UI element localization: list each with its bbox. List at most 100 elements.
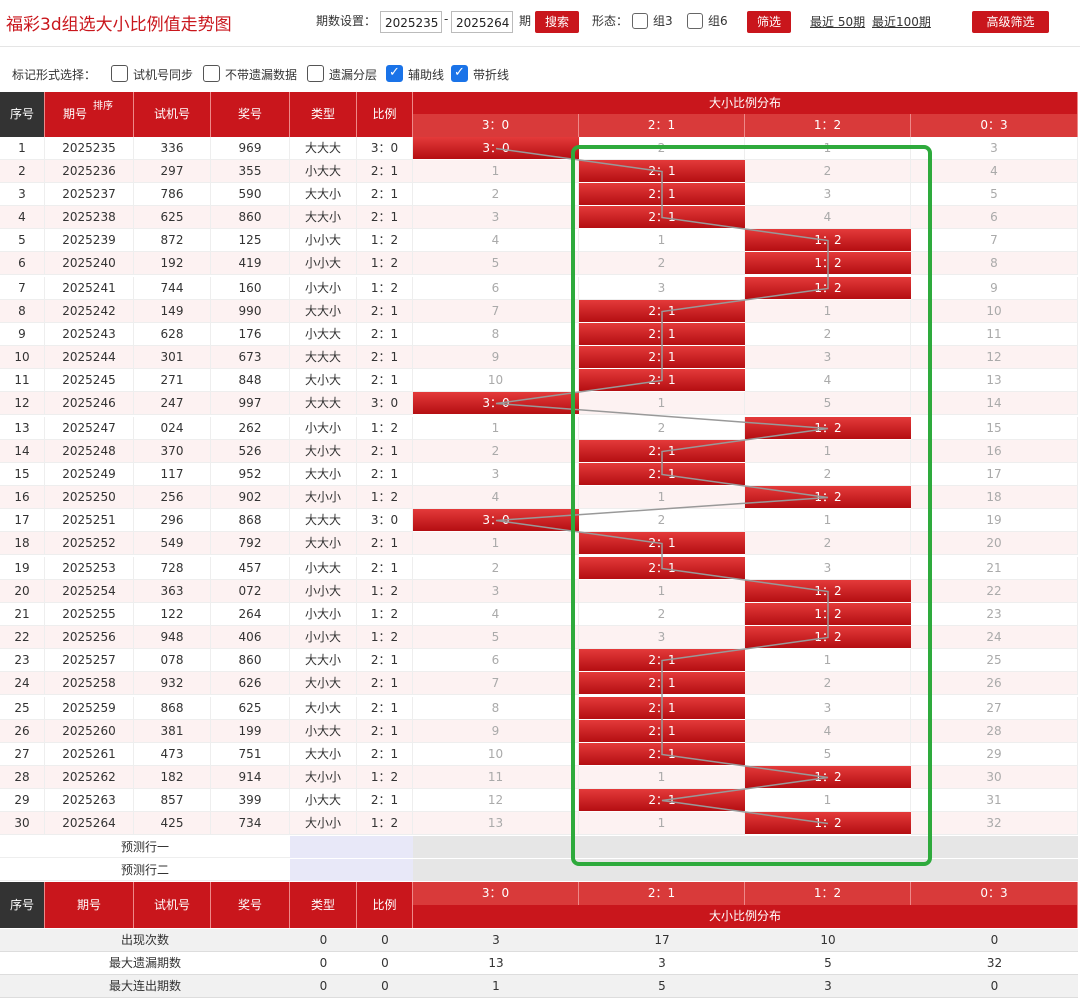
dist-miss-cell: 5 bbox=[413, 626, 579, 649]
predict-row-label: 预测行一 bbox=[0, 836, 290, 858]
row-award: 072 bbox=[211, 580, 290, 603]
header-ratio: 比例 bbox=[357, 92, 413, 137]
row-ratio: 2：1 bbox=[357, 300, 413, 323]
row-award: 399 bbox=[211, 789, 290, 812]
dist-miss-cell: 29 bbox=[911, 743, 1078, 766]
option-polyline-checkbox[interactable] bbox=[451, 65, 468, 82]
option-no-miss-checkbox[interactable] bbox=[203, 65, 220, 82]
row-seq: 8 bbox=[0, 300, 45, 323]
stat-type: 0 bbox=[290, 975, 357, 998]
filter-button[interactable]: 筛选 bbox=[747, 11, 791, 33]
row-period: 2025239 bbox=[45, 229, 134, 252]
header-seq: 序号 bbox=[0, 92, 45, 137]
row-type: 小大大 bbox=[290, 557, 357, 580]
row-ratio: 2：1 bbox=[357, 743, 413, 766]
dist-miss-cell: 9 bbox=[413, 720, 579, 743]
row-seq: 30 bbox=[0, 812, 45, 835]
option-aux-line-checkbox[interactable] bbox=[386, 65, 403, 82]
row-period: 2025262 bbox=[45, 766, 134, 789]
group6-checkbox[interactable] bbox=[687, 13, 703, 29]
footer-dist-col: 1：2 bbox=[745, 882, 911, 905]
row-award: 990 bbox=[211, 300, 290, 323]
row-trial: 728 bbox=[134, 557, 211, 580]
row-award: 860 bbox=[211, 206, 290, 229]
row-seq: 29 bbox=[0, 789, 45, 812]
row-seq: 7 bbox=[0, 277, 45, 300]
row-award: 160 bbox=[211, 277, 290, 300]
recent-100-link[interactable]: 最近100期 bbox=[872, 13, 931, 30]
row-seq: 18 bbox=[0, 532, 45, 555]
header-trial: 试机号 bbox=[134, 92, 211, 137]
row-seq: 27 bbox=[0, 743, 45, 766]
dist-miss-cell: 7 bbox=[413, 672, 579, 695]
row-award: 590 bbox=[211, 183, 290, 206]
dist-hit-cell: 3：0 bbox=[413, 509, 579, 532]
row-seq: 23 bbox=[0, 649, 45, 672]
stat-value: 13 bbox=[413, 952, 579, 975]
stat-value: 5 bbox=[579, 975, 745, 998]
predict-row-label: 预测行二 bbox=[0, 859, 290, 881]
row-seq: 22 bbox=[0, 626, 45, 649]
dist-miss-cell: 4 bbox=[413, 603, 579, 626]
sort-toggle[interactable]: 排序 bbox=[93, 92, 113, 129]
dist-miss-cell: 20 bbox=[911, 532, 1078, 555]
row-seq: 17 bbox=[0, 509, 45, 532]
header-dist-col: 3：0 bbox=[413, 114, 579, 137]
dist-miss-cell: 5 bbox=[911, 183, 1078, 206]
period-from-input[interactable]: 2025235 bbox=[380, 11, 442, 33]
option-miss-layer-checkbox[interactable] bbox=[307, 65, 324, 82]
row-trial: 948 bbox=[134, 626, 211, 649]
group3-checkbox[interactable] bbox=[632, 13, 648, 29]
advanced-filter-button[interactable]: 高级筛选 bbox=[972, 11, 1049, 33]
row-seq: 10 bbox=[0, 346, 45, 369]
row-ratio: 3：0 bbox=[357, 392, 413, 415]
dist-miss-cell: 6 bbox=[413, 649, 579, 672]
footer-header-type: 类型 bbox=[290, 882, 357, 928]
row-type: 小大大 bbox=[290, 789, 357, 812]
row-trial: 301 bbox=[134, 346, 211, 369]
row-type: 大小大 bbox=[290, 369, 357, 392]
row-period: 2025264 bbox=[45, 812, 134, 835]
dist-miss-cell: 4 bbox=[413, 486, 579, 509]
row-ratio: 1：2 bbox=[357, 252, 413, 275]
row-award: 952 bbox=[211, 463, 290, 486]
row-type: 小大小 bbox=[290, 603, 357, 626]
dist-miss-cell: 3 bbox=[413, 463, 579, 486]
row-type: 大大小 bbox=[290, 649, 357, 672]
row-period: 2025242 bbox=[45, 300, 134, 323]
row-seq: 19 bbox=[0, 557, 45, 580]
dist-miss-cell: 10 bbox=[413, 743, 579, 766]
dist-miss-cell: 16 bbox=[911, 440, 1078, 463]
predict-row-input[interactable] bbox=[290, 836, 413, 858]
option-trial-sync-checkbox[interactable] bbox=[111, 65, 128, 82]
search-button[interactable]: 搜索 bbox=[535, 11, 579, 33]
row-type: 大大小 bbox=[290, 743, 357, 766]
dist-miss-cell: 32 bbox=[911, 812, 1078, 835]
stat-value: 32 bbox=[911, 952, 1078, 975]
row-award: 848 bbox=[211, 369, 290, 392]
stat-label: 最大连出期数 bbox=[0, 975, 290, 998]
footer-header-seq: 序号 bbox=[0, 882, 45, 928]
row-ratio: 1：2 bbox=[357, 486, 413, 509]
row-award: 734 bbox=[211, 812, 290, 835]
row-trial: 192 bbox=[134, 252, 211, 275]
row-award: 673 bbox=[211, 346, 290, 369]
predict-row-input[interactable] bbox=[290, 859, 413, 881]
row-ratio: 1：2 bbox=[357, 603, 413, 626]
row-period: 2025245 bbox=[45, 369, 134, 392]
row-ratio: 2：1 bbox=[357, 672, 413, 695]
option-no-miss-label: 不带遗漏数据 bbox=[225, 68, 298, 82]
top-bar: 福彩3d组选大小比例值走势图 期数设置： 2025235 - 2025264 期… bbox=[0, 0, 1080, 47]
row-ratio: 2：1 bbox=[357, 649, 413, 672]
recent-50-link[interactable]: 最近 50期 bbox=[810, 13, 865, 30]
row-trial: 117 bbox=[134, 463, 211, 486]
dist-miss-cell: 5 bbox=[413, 252, 579, 275]
row-trial: 932 bbox=[134, 672, 211, 695]
row-type: 小大大 bbox=[290, 160, 357, 183]
row-type: 大大大 bbox=[290, 509, 357, 532]
footer-dist-col: 2：1 bbox=[579, 882, 745, 905]
footer-header-dist: 大小比例分布 bbox=[413, 905, 1078, 928]
shape-label: 形态： bbox=[592, 14, 629, 28]
header-dist: 大小比例分布 bbox=[413, 92, 1078, 114]
period-to-input[interactable]: 2025264 bbox=[451, 11, 513, 33]
